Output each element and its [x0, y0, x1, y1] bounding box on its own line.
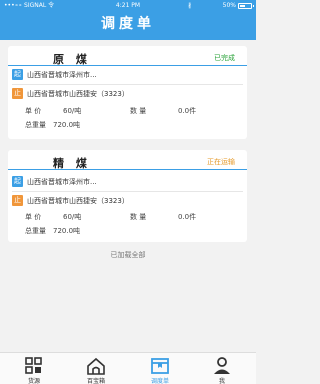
tab-label: 我: [218, 378, 225, 384]
status-bar: •••∘∘ SIGNAL 令 4:21 PM ∦ 50%: [0, 0, 256, 12]
status-badge: 已完成: [214, 54, 235, 62]
weight-label: 总重量: [25, 121, 46, 129]
loaded-all-text: 已加载全部: [110, 251, 146, 259]
tab-label: 调度单: [150, 378, 169, 384]
quantity-label: 数 量: [130, 107, 147, 115]
start-tag: 起: [12, 69, 23, 80]
tab-label: 百宝箱: [86, 378, 105, 384]
order-card[interactable]: 精 煤 正在运输 起 山西省晋城市泽州市... 止 山西省晋城市山西捷安（332…: [8, 150, 247, 242]
top-bar: •••∘∘ SIGNAL 令 4:21 PM ∦ 50% 调度单: [0, 0, 256, 40]
price-value: 60/吨: [63, 213, 82, 221]
start-row: 起 山西省晋城市泽州市...: [8, 174, 247, 190]
end-tag: 止: [12, 195, 23, 206]
status-badge: 正在运输: [207, 158, 235, 166]
grid-icon: [25, 357, 42, 374]
quantity-value: 0.0件: [178, 107, 197, 115]
home-icon: [87, 357, 105, 375]
divider: [12, 191, 243, 192]
user-icon: [214, 357, 230, 374]
battery-status: 50%: [222, 0, 254, 12]
weight-label: 总重量: [25, 227, 46, 235]
price-label: 单 价: [25, 213, 42, 221]
cargo-name: 原 煤: [53, 53, 91, 66]
weight-value: 720.0吨: [53, 121, 81, 129]
end-address: 山西省晋城市山西捷安（3323）: [27, 197, 129, 205]
order-card[interactable]: 原 煤 已完成 起 山西省晋城市泽州市... 止 山西省晋城市山西捷安（3323…: [8, 46, 247, 139]
end-address: 山西省晋城市山西捷安（3323）: [27, 90, 129, 98]
cargo-name: 精 煤: [53, 157, 91, 170]
start-address: 山西省晋城市泽州市...: [27, 178, 97, 186]
battery-icon: [238, 3, 254, 9]
tab-toolbox[interactable]: 百宝箱: [64, 353, 128, 384]
end-row: 止 山西省晋城市山西捷安（3323）: [8, 86, 247, 102]
battery-percent: 50%: [222, 2, 236, 9]
box-icon: [151, 358, 169, 374]
bottom-tab-bar: 货源 百宝箱 调度单 我: [0, 352, 256, 384]
divider: [12, 84, 243, 85]
end-tag: 止: [12, 88, 23, 99]
tab-label: 货源: [27, 378, 40, 384]
end-row: 止 山西省晋城市山西捷安（3323）: [8, 193, 247, 209]
tab-cargo[interactable]: 货源: [2, 353, 66, 384]
bluetooth-icon: ∦: [188, 2, 191, 9]
page-title: 调度单: [101, 16, 155, 32]
card-header: 精 煤 正在运输: [8, 150, 247, 170]
status-time: 4:21 PM: [115, 2, 141, 9]
price-label: 单 价: [25, 107, 42, 115]
tab-me[interactable]: 我: [190, 353, 254, 384]
start-tag: 起: [12, 176, 23, 187]
quantity-value: 0.0件: [178, 213, 197, 221]
start-row: 起 山西省晋城市泽州市...: [8, 67, 247, 83]
tab-dispatch[interactable]: 调度单: [128, 353, 192, 384]
screen: •••∘∘ SIGNAL 令 4:21 PM ∦ 50% 调度单 原 煤 已完成…: [0, 0, 256, 384]
quantity-label: 数 量: [130, 213, 147, 221]
weight-value: 720.0吨: [53, 227, 81, 235]
card-header: 原 煤 已完成: [8, 46, 247, 66]
start-address: 山西省晋城市泽州市...: [27, 71, 97, 79]
price-value: 60/吨: [63, 107, 82, 115]
